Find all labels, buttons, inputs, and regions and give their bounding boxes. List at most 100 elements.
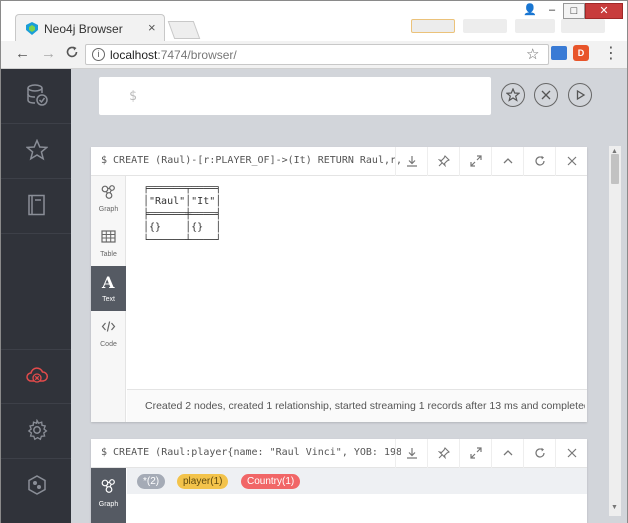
reload-button[interactable]: [65, 45, 79, 63]
editor-prompt: $: [129, 89, 137, 104]
about-icon: [28, 475, 46, 495]
favorites-icon: [26, 139, 48, 161]
pin-icon: [438, 155, 450, 167]
run-query-button[interactable]: [568, 83, 592, 107]
site-info-icon[interactable]: i: [92, 48, 105, 61]
sidebar-item-documents[interactable]: [1, 179, 71, 234]
close-icon: [567, 448, 577, 458]
sidebar-item-about[interactable]: [1, 459, 71, 523]
close-icon: [567, 156, 577, 166]
tab-code-label: Code: [100, 341, 117, 348]
download-icon: [407, 156, 417, 167]
download-button[interactable]: [395, 147, 427, 176]
rerun-icon: [535, 447, 545, 458]
pin-icon: [438, 447, 450, 459]
rerun-icon: [535, 155, 545, 166]
documents-icon: [28, 194, 45, 216]
browser-menu-icon[interactable]: ⋮: [603, 43, 619, 63]
frame-header: $ CREATE (Raul)-[r:PLAYER_OF]->(It) RETU…: [91, 147, 587, 176]
download-icon: [407, 448, 417, 459]
frame-query[interactable]: $ CREATE (Raul:player{name: "Raul Vinci"…: [101, 447, 401, 458]
frame-view-tabs: Graph Table A Text Code: [91, 176, 126, 422]
expand-icon: [470, 155, 482, 167]
table-icon: [101, 230, 116, 243]
frame-query[interactable]: $ CREATE (Raul)-[r:PLAYER_OF]->(It) RETU…: [101, 155, 401, 166]
svg-text:A: A: [101, 274, 115, 289]
graph-icon: [101, 185, 115, 199]
database-icon: [27, 84, 48, 106]
rerun-button[interactable]: [523, 439, 555, 468]
result-frame: $ CREATE (Raul)-[r:PLAYER_OF]->(It) RETU…: [91, 147, 587, 422]
ghost-tab: [411, 19, 455, 33]
fullscreen-button[interactable]: [459, 147, 491, 176]
status-message: Created 2 nodes, created 1 relationship,…: [145, 400, 585, 412]
close-icon: [541, 90, 551, 100]
minimize-button[interactable]: –: [541, 3, 563, 19]
scroll-thumb[interactable]: [611, 154, 619, 184]
code-icon: [101, 321, 116, 332]
forward-button[interactable]: →: [41, 45, 56, 62]
tab-code[interactable]: Code: [91, 311, 126, 356]
neo4j-favicon-icon: [26, 22, 38, 35]
close-window-button[interactable]: ✕: [585, 3, 623, 19]
maximize-button[interactable]: □: [563, 3, 585, 19]
collapse-button[interactable]: [491, 147, 523, 176]
back-button[interactable]: ←: [15, 45, 30, 62]
favorite-query-button[interactable]: [501, 83, 525, 107]
tab-graph[interactable]: Graph: [91, 176, 126, 221]
sidebar-item-database[interactable]: [1, 69, 71, 124]
frame-status-bar: Created 2 nodes, created 1 relationship,…: [127, 389, 587, 422]
reload-icon: [66, 46, 78, 58]
clear-editor-button[interactable]: [534, 83, 558, 107]
graph-icon: [101, 479, 115, 493]
pin-button[interactable]: [427, 439, 459, 468]
browser-window: Neo4j Browser × 👤 – □ ✕ ← → i localhost:…: [0, 0, 628, 523]
url-text: localhost:7474/browser/: [110, 48, 237, 62]
sidebar-item-favorites[interactable]: [1, 124, 71, 179]
tab-table-label: Table: [100, 251, 117, 258]
tab-text-label: Text: [102, 296, 115, 303]
scroll-down-icon[interactable]: ▼: [611, 504, 618, 511]
extension-icon-2[interactable]: D: [573, 45, 589, 61]
main-scrollbar[interactable]: ▲ ▼: [609, 146, 621, 516]
text-result: ╒══════╤════╕ │"Raul"│"It"│ ╞══════╪════…: [127, 176, 587, 389]
bookmark-star-icon[interactable]: ☆: [526, 45, 539, 63]
frame-header: $ CREATE (Raul:player{name: "Raul Vinci"…: [91, 439, 587, 468]
address-bar[interactable]: i localhost:7474/browser/ ☆: [85, 44, 549, 65]
sidebar-item-settings[interactable]: [1, 404, 71, 459]
neo4j-sidebar: [1, 69, 71, 523]
tab-title: Neo4j Browser: [44, 22, 123, 36]
user-icon[interactable]: 👤: [519, 3, 541, 19]
tab-graph-active[interactable]: Graph: [91, 468, 126, 523]
extension-icon[interactable]: [551, 46, 567, 60]
settings-icon: [27, 419, 48, 441]
ascii-result-table: ╒══════╤════╕ │"Raul"│"It"│ ╞══════╪════…: [143, 183, 222, 246]
tab-text[interactable]: A Text: [91, 266, 126, 311]
connection-icon: [26, 367, 48, 383]
text-icon: A: [101, 274, 115, 289]
sidebar-item-connection[interactable]: [1, 349, 71, 404]
collapse-button[interactable]: [491, 439, 523, 468]
all-nodes-badge[interactable]: *(2): [137, 474, 166, 489]
pin-button[interactable]: [427, 147, 459, 176]
tab-graph-label: Graph: [98, 206, 119, 213]
new-tab-button[interactable]: [167, 21, 201, 39]
chevron-up-icon: [503, 450, 513, 456]
star-icon: [506, 88, 520, 102]
download-button[interactable]: [395, 439, 427, 468]
country-label-badge[interactable]: Country(1): [241, 474, 301, 489]
tab-close-icon[interactable]: ×: [148, 20, 156, 35]
title-bar: Neo4j Browser × 👤 – □ ✕: [1, 1, 627, 41]
fullscreen-button[interactable]: [459, 439, 491, 468]
close-frame-button[interactable]: [555, 147, 587, 176]
close-frame-button[interactable]: [555, 439, 587, 468]
cypher-editor[interactable]: $: [99, 77, 491, 115]
tab-graph-label: Graph: [98, 501, 119, 508]
rerun-button[interactable]: [523, 147, 555, 176]
player-label-badge[interactable]: player(1): [177, 474, 229, 489]
chevron-up-icon: [503, 158, 513, 164]
ghost-tab: [515, 19, 555, 33]
result-frame-2: $ CREATE (Raul:player{name: "Raul Vinci"…: [91, 439, 587, 523]
browser-tab[interactable]: Neo4j Browser ×: [15, 14, 165, 41]
tab-table[interactable]: Table: [91, 221, 126, 266]
